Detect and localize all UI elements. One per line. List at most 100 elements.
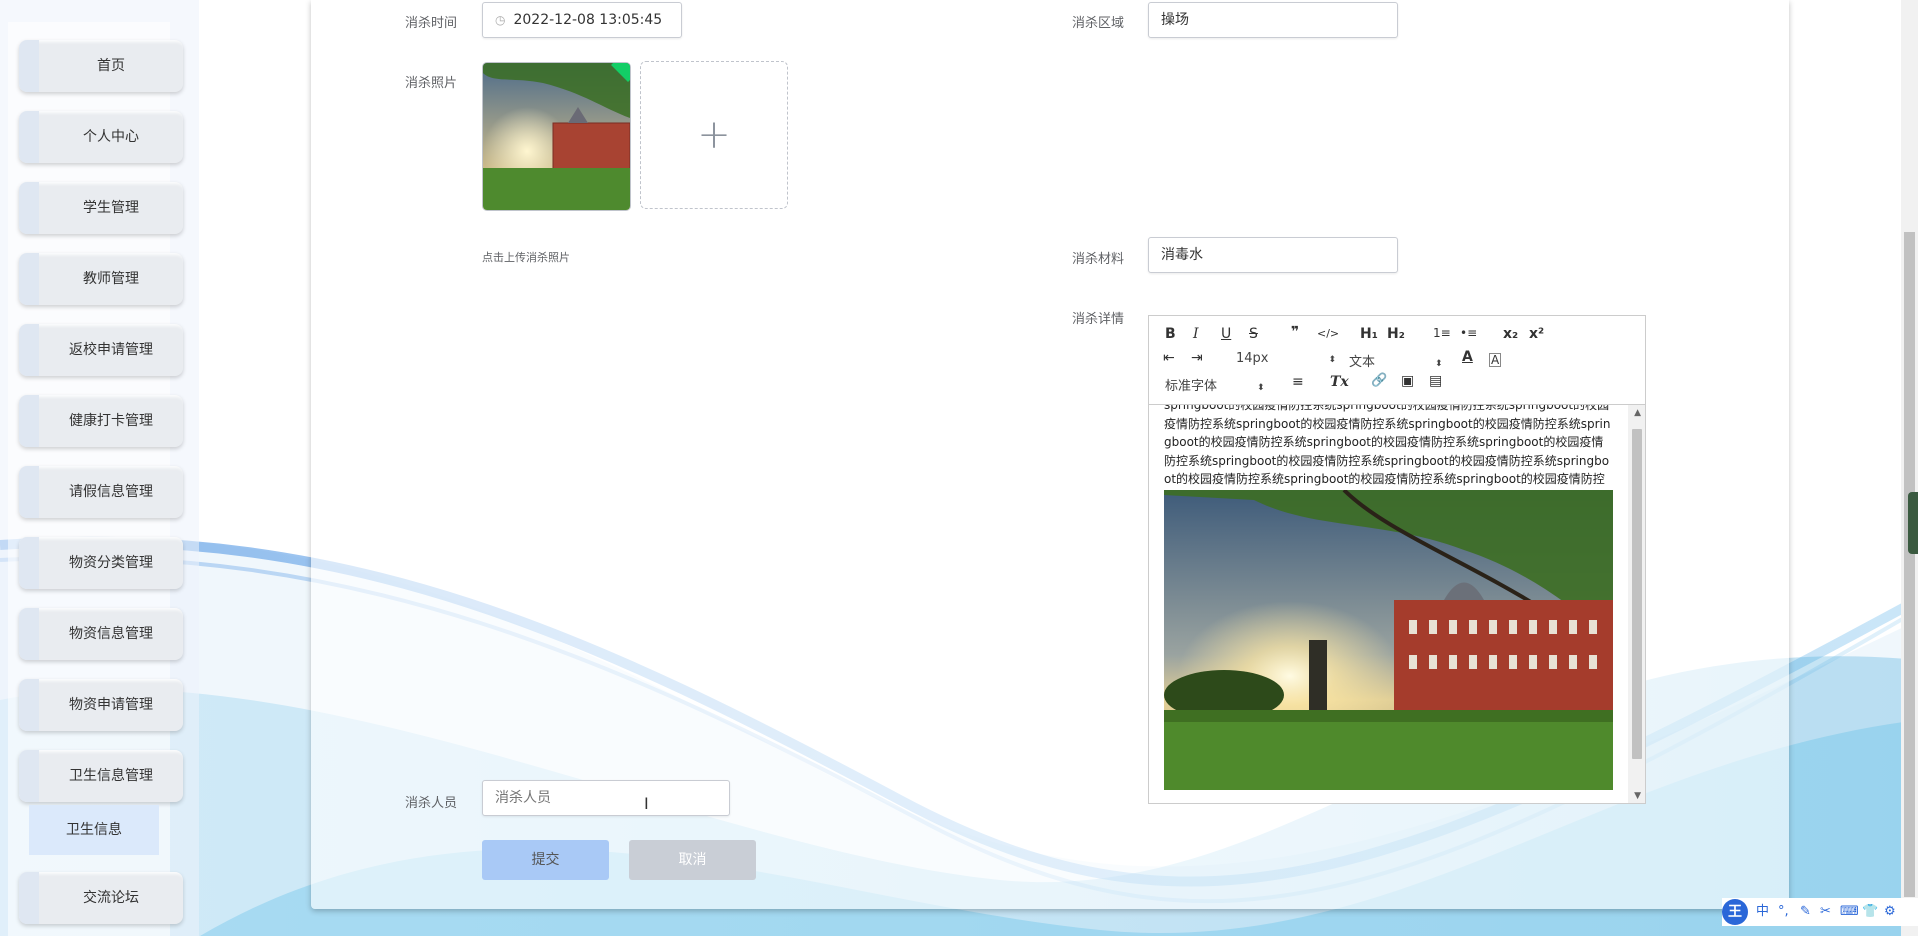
heading1-button[interactable]: H₁ bbox=[1360, 326, 1378, 342]
skin-icon[interactable]: 👕 bbox=[1862, 898, 1878, 926]
background-color-button[interactable]: A bbox=[1489, 353, 1502, 367]
rich-text-editor[interactable]: B I U S ❞ </> H₁ H₂ 1≡ •≡ x₂ x² ⇤ ⇥ 14px… bbox=[1148, 315, 1646, 804]
page-scrollbar[interactable] bbox=[1901, 0, 1918, 936]
menu-accent bbox=[19, 608, 39, 660]
sidebar-item-supply-info[interactable]: 物资信息管理 bbox=[19, 608, 183, 660]
time-value: 2022-12-08 13:05:45 bbox=[513, 12, 663, 28]
select-arrows-icon: ⬍ bbox=[1257, 383, 1265, 393]
menu-accent bbox=[19, 750, 39, 802]
text-color-button[interactable]: A bbox=[1462, 349, 1473, 365]
menu-accent bbox=[19, 40, 39, 92]
sidebar-item-label: 个人中心 bbox=[83, 129, 139, 145]
submit-button[interactable]: 提交 bbox=[482, 840, 609, 880]
sidebar-item-forum[interactable]: 交流论坛 bbox=[19, 872, 183, 924]
header-select[interactable]: 文本 ⬍ bbox=[1349, 351, 1443, 370]
menu-accent bbox=[19, 111, 39, 163]
subscript-button[interactable]: x₂ bbox=[1503, 326, 1518, 342]
indent-button[interactable]: ⇥ bbox=[1191, 350, 1203, 366]
area-field[interactable]: 操场 bbox=[1148, 2, 1398, 38]
staff-input[interactable] bbox=[482, 780, 730, 816]
page-scrollbar-thumb[interactable] bbox=[1904, 232, 1915, 897]
sidebar-item-teachers[interactable]: 教师管理 bbox=[19, 253, 183, 305]
heading2-button[interactable]: H₂ bbox=[1387, 326, 1405, 342]
italic-button[interactable]: I bbox=[1193, 326, 1199, 342]
menu-accent bbox=[19, 395, 39, 447]
ordered-list-button[interactable]: 1≡ bbox=[1433, 326, 1451, 340]
sidebar-item-hygiene-management[interactable]: 卫生信息管理 bbox=[19, 750, 183, 802]
side-tab-handle[interactable] bbox=[1908, 492, 1918, 554]
sidebar-item-students[interactable]: 学生管理 bbox=[19, 182, 183, 234]
detail-label: 消杀详情 bbox=[1072, 312, 1125, 327]
scroll-up-icon[interactable]: ▲ bbox=[1634, 408, 1641, 418]
image-icon[interactable]: ▣ bbox=[1401, 373, 1414, 389]
menu-accent bbox=[19, 324, 39, 376]
keyboard-icon[interactable]: ⌨ bbox=[1840, 898, 1859, 926]
time-label: 消杀时间 bbox=[405, 16, 458, 31]
campus-photo-image bbox=[1164, 490, 1613, 790]
upload-photo-button[interactable]: + bbox=[640, 61, 788, 209]
material-field[interactable]: 消毒水 bbox=[1148, 237, 1398, 273]
sidebar-item-supply-application[interactable]: 物资申请管理 bbox=[19, 679, 183, 731]
clock-icon: ◷ bbox=[495, 13, 506, 27]
pen-icon[interactable]: ✎ bbox=[1800, 898, 1811, 926]
code-block-button[interactable]: </> bbox=[1317, 327, 1339, 340]
sidebar-item-supply-category[interactable]: 物资分类管理 bbox=[19, 537, 183, 589]
sidebar-item-return-application[interactable]: 返校申请管理 bbox=[19, 324, 183, 376]
campus-photo-image bbox=[483, 63, 630, 210]
scissors-icon[interactable]: ✂ bbox=[1820, 898, 1831, 926]
cancel-button[interactable]: 取消 bbox=[629, 840, 756, 880]
blockquote-button[interactable]: ❞ bbox=[1291, 324, 1299, 340]
menu-accent bbox=[19, 872, 39, 924]
sidebar-item-health-checkin[interactable]: 健康打卡管理 bbox=[19, 395, 183, 447]
upload-hint: 点击上传消杀照片 bbox=[482, 251, 570, 264]
bullet-list-button[interactable]: •≡ bbox=[1460, 326, 1477, 340]
settings-icon[interactable]: ⚙ bbox=[1884, 898, 1896, 926]
select-arrows-icon: ⬍ bbox=[1435, 359, 1443, 369]
sidebar: 首页 个人中心 学生管理 教师管理 返校申请管理 健康打卡管理 请假信息管理 物… bbox=[0, 0, 199, 936]
font-size-value: 14px bbox=[1236, 351, 1269, 366]
area-label: 消杀区域 bbox=[1072, 16, 1125, 31]
sidebar-item-label: 物资分类管理 bbox=[69, 555, 153, 571]
align-button[interactable]: ≡ bbox=[1292, 374, 1304, 390]
bold-button[interactable]: B bbox=[1165, 326, 1176, 342]
ime-mode-toggle[interactable]: 中 bbox=[1756, 898, 1769, 926]
link-icon[interactable]: 🔗 bbox=[1371, 373, 1387, 388]
scroll-down-icon[interactable]: ▼ bbox=[1634, 791, 1641, 801]
editor-scrollbar[interactable]: ▲ ▼ bbox=[1628, 405, 1645, 803]
menu-accent bbox=[19, 537, 39, 589]
sidebar-item-leave-info[interactable]: 请假信息管理 bbox=[19, 466, 183, 518]
sidebar-item-personal-center[interactable]: 个人中心 bbox=[19, 111, 183, 163]
underline-button[interactable]: U bbox=[1221, 326, 1231, 342]
sidebar-item-home[interactable]: 首页 bbox=[19, 40, 183, 92]
ime-punctuation-toggle[interactable]: °, bbox=[1778, 898, 1789, 926]
font-family-select[interactable]: 标准字体 ⬍ bbox=[1165, 375, 1265, 394]
sidebar-subitem-hygiene-info[interactable]: 卫生信息 bbox=[29, 805, 159, 855]
editor-scrollbar-thumb[interactable] bbox=[1632, 429, 1642, 759]
uploaded-photo[interactable] bbox=[482, 62, 631, 211]
outdent-button[interactable]: ⇤ bbox=[1163, 350, 1175, 366]
sidebar-item-label: 健康打卡管理 bbox=[69, 413, 153, 429]
editor-toolbar: B I U S ❞ </> H₁ H₂ 1≡ •≡ x₂ x² ⇤ ⇥ 14px… bbox=[1149, 316, 1645, 405]
strike-button[interactable]: S bbox=[1249, 326, 1258, 342]
header-value: 文本 bbox=[1349, 355, 1376, 370]
font-family-value: 标准字体 bbox=[1165, 379, 1218, 394]
material-label: 消杀材料 bbox=[1072, 252, 1125, 267]
sidebar-item-label: 交流论坛 bbox=[83, 890, 139, 906]
menu-accent bbox=[19, 679, 39, 731]
superscript-button[interactable]: x² bbox=[1529, 326, 1544, 342]
area-value: 操场 bbox=[1161, 12, 1189, 28]
sidebar-item-label: 物资信息管理 bbox=[69, 626, 153, 642]
font-size-select[interactable]: 14px ⬍ bbox=[1236, 351, 1336, 366]
sidebar-item-label: 教师管理 bbox=[83, 271, 139, 287]
ime-logo-icon[interactable]: 王 bbox=[1722, 899, 1748, 925]
sidebar-item-label: 返校申请管理 bbox=[69, 342, 153, 358]
material-value: 消毒水 bbox=[1161, 247, 1203, 263]
editor-content[interactable]: springboot的校园疫情防控系统springboot的校园疫情防控系统sp… bbox=[1149, 405, 1627, 803]
clear-format-button[interactable]: Tx bbox=[1330, 374, 1349, 390]
video-icon[interactable]: ▤ bbox=[1429, 373, 1442, 389]
text-cursor-icon: I bbox=[644, 794, 649, 813]
ime-toolbar: 王 中 °, ✎ ✂ ⌨ 👕 ⚙ bbox=[1722, 898, 1918, 926]
time-field[interactable]: ◷ 2022-12-08 13:05:45 bbox=[482, 2, 682, 38]
menu-accent bbox=[19, 253, 39, 305]
editor-content-image bbox=[1164, 490, 1613, 790]
